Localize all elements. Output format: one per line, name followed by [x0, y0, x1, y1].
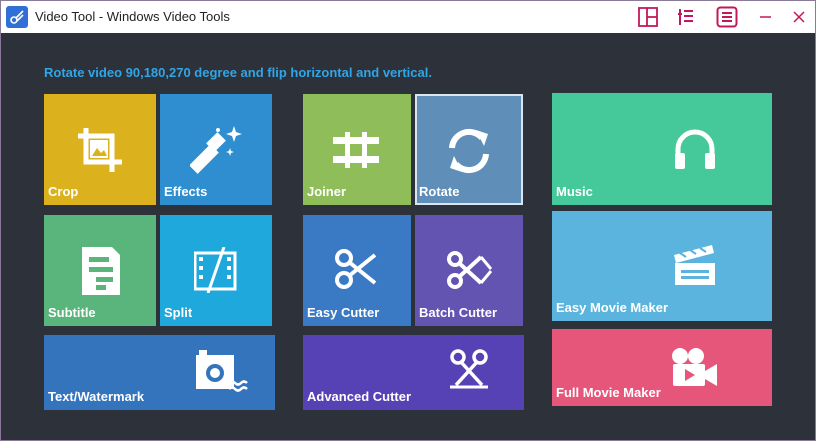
subtitle-label: Subtitle: [48, 305, 96, 320]
rotate-label: Rotate: [419, 184, 460, 199]
split-tile[interactable]: Split: [160, 215, 272, 326]
joiner-icon: [333, 130, 379, 175]
subtitle-icon: [82, 247, 120, 300]
music-tile[interactable]: Music: [552, 93, 772, 205]
rotate-tile[interactable]: Rotate: [415, 94, 523, 205]
effects-label: Effects: [164, 184, 208, 199]
close-button[interactable]: [787, 5, 811, 29]
batch-scissors-icon: [445, 247, 493, 298]
settings-list-icon[interactable]: [674, 5, 698, 29]
batch-cutter-tile[interactable]: Batch Cutter: [415, 215, 523, 326]
text-watermark-tile[interactable]: Text/Watermark: [44, 335, 275, 410]
headphones-icon: [672, 127, 718, 176]
movie-camera-icon: [670, 347, 720, 394]
effects-tile[interactable]: Effects: [160, 94, 272, 205]
easy-cutter-tile[interactable]: Easy Cutter: [303, 215, 411, 326]
layout-icon[interactable]: [636, 5, 660, 29]
clapperboard-icon: [672, 243, 718, 292]
music-label: Music: [556, 184, 593, 199]
rotate-icon: [442, 124, 496, 183]
app-window: Video Tool - Windows Video Tools Rotate …: [0, 0, 816, 441]
title-bar: Video Tool - Windows Video Tools: [1, 1, 815, 33]
crop-tile[interactable]: Crop: [44, 94, 156, 205]
scissors-icon: [333, 245, 379, 298]
joiner-tile[interactable]: Joiner: [303, 94, 411, 205]
magic-wand-icon: [189, 122, 244, 181]
easy-movie-maker-tile[interactable]: Easy Movie Maker: [552, 211, 772, 321]
subtitle-tile[interactable]: Subtitle: [44, 215, 156, 326]
minimize-button[interactable]: [754, 5, 778, 29]
advanced-cutter-tile[interactable]: Advanced Cutter: [303, 335, 524, 410]
film-split-icon: [193, 246, 238, 298]
easy-movie-maker-label: Easy Movie Maker: [556, 300, 669, 315]
split-label: Split: [164, 305, 193, 320]
easy-cutter-label: Easy Cutter: [307, 305, 380, 320]
full-movie-maker-label: Full Movie Maker: [556, 385, 661, 400]
tool-description: Rotate video 90,180,270 degree and flip …: [44, 65, 432, 80]
advanced-cutter-label: Advanced Cutter: [307, 389, 412, 404]
full-movie-maker-tile[interactable]: Full Movie Maker: [552, 329, 772, 406]
app-logo-icon: [6, 6, 28, 28]
batch-cutter-label: Batch Cutter: [419, 305, 498, 320]
joiner-label: Joiner: [307, 184, 347, 199]
crop-label: Crop: [48, 184, 79, 199]
text-watermark-label: Text/Watermark: [48, 389, 145, 404]
window-title: Video Tool - Windows Video Tools: [35, 9, 230, 24]
crop-icon: [76, 126, 124, 179]
advanced-scissors-icon: [448, 349, 490, 394]
camera-watermark-icon: [195, 349, 251, 398]
menu-icon[interactable]: [715, 5, 739, 29]
